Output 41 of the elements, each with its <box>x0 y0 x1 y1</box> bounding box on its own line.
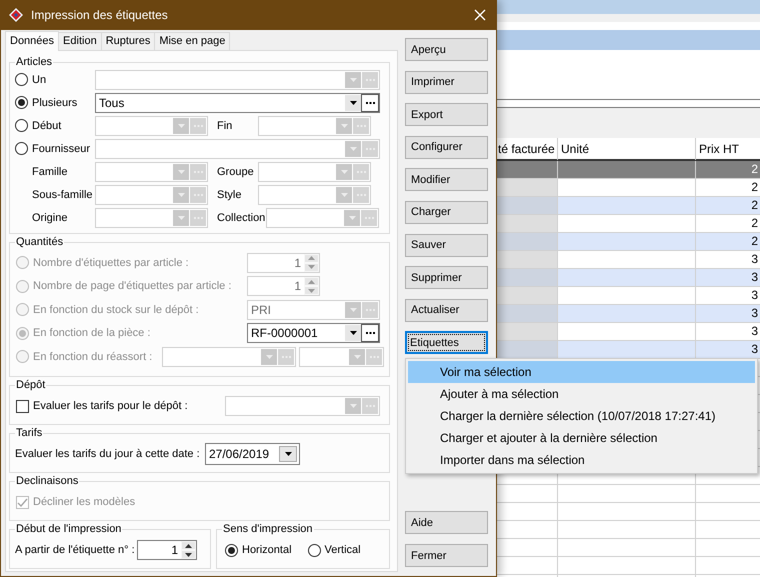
field-label: Sous-famille <box>32 188 93 200</box>
field-label: Famille <box>32 166 68 178</box>
option-label: Plusieurs <box>32 96 78 108</box>
option-label: Nombre de page d'étiquettes par article : <box>33 280 232 292</box>
option-label: En fonction de la pièce : <box>33 327 150 340</box>
group-title: Articles <box>15 56 54 68</box>
table-cell: 3 <box>695 323 760 340</box>
field-label: Groupe <box>216 166 255 178</box>
option-label: Fournisseur <box>32 142 90 154</box>
checkbox-label: Décliner les modèles <box>33 496 136 508</box>
field-label: A partir de l'étiquette n° : <box>14 544 136 556</box>
option-label: Un <box>32 74 46 86</box>
table-cell: 2 <box>695 161 760 178</box>
field-label: Origine <box>32 212 68 224</box>
table-cell: 2 <box>695 179 760 196</box>
field-label: Style <box>216 188 242 200</box>
field-label: Fin <box>216 120 234 132</box>
table-cell: 2 <box>695 197 760 214</box>
option-label: Nombre d'étiquettes par article : <box>33 256 189 269</box>
checkbox-label: Evaluer les tarifs pour le dépôt : <box>33 400 188 412</box>
option-label: En fonction du stock sur le dépôt : <box>33 304 199 316</box>
option-label: Début <box>32 120 62 132</box>
option-label: Horizontal <box>242 544 292 556</box>
table-cell: 3 <box>695 287 760 304</box>
group-title: Tarifs <box>15 427 44 439</box>
window-title: Impression des étiquettes <box>31 8 169 22</box>
option-label: En fonction du réassort : <box>33 350 152 363</box>
table-cell: 3 <box>695 305 760 322</box>
group-title: Sens d'impression <box>222 523 314 535</box>
field-label: Collection <box>216 212 266 224</box>
group-title: Dépôt <box>15 379 46 391</box>
group-title: Quantités <box>15 236 64 248</box>
table-cell: 3 <box>695 341 760 358</box>
table-cell: 2 <box>695 233 760 250</box>
table-cell: 3 <box>695 251 760 268</box>
field-label: Evaluer les tarifs du jour à cette date : <box>14 448 201 460</box>
group-title: Declinaisons <box>15 475 80 487</box>
table-cell: 3 <box>695 269 760 286</box>
group-title: Début de l'impression <box>15 523 122 535</box>
option-label: Vertical <box>324 544 361 556</box>
table-cell: 2 <box>695 215 760 232</box>
